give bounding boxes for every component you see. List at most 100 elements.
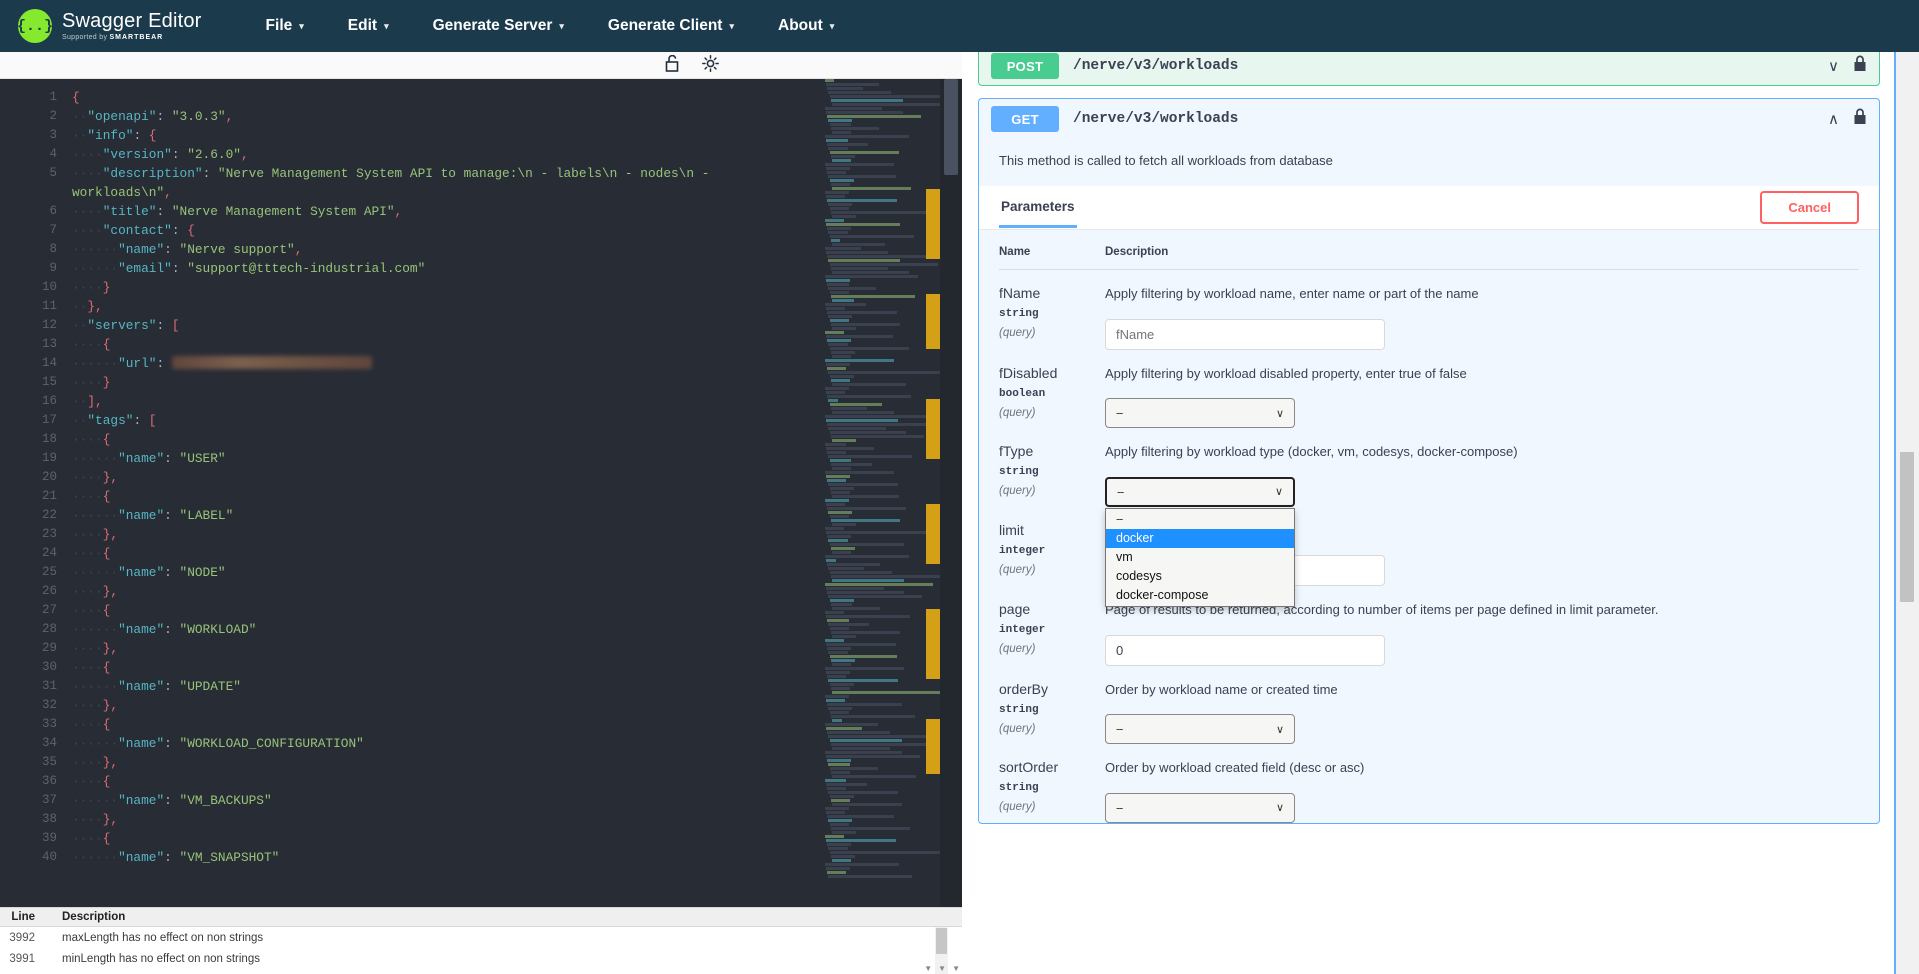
parameter-row-fType: fTypestring(query)Apply filtering by wor… (999, 428, 1859, 507)
parameter-name-cell: fTypestring(query) (999, 443, 1105, 507)
line-number: 12 (0, 316, 68, 335)
chevron-up-icon[interactable]: ∧ (1828, 110, 1839, 128)
errors-resize-handles[interactable]: ▼ ▼ ▼ (924, 964, 960, 973)
swagger-ui-pane: POST /nerve/v3/workloads ∨ (962, 52, 1919, 974)
chevron-down-icon: ▾ (384, 21, 389, 32)
parameter-description-cell: Order by workload name or created time--… (1105, 681, 1859, 745)
menu-item-file[interactable]: File ▾ (244, 9, 326, 43)
line-number: 19 (0, 449, 68, 468)
line-number: 27 (0, 601, 68, 620)
brand-subtitle: Supported by SMARTBEAR (62, 34, 202, 41)
minimap-warning-marker (926, 399, 940, 459)
line-number: 36 (0, 772, 68, 791)
line-number: 26 (0, 582, 68, 601)
editor-toolbar (0, 52, 962, 79)
operation-post-workloads[interactable]: POST /nerve/v3/workloads ∨ (978, 52, 1880, 86)
http-verb-badge: POST (991, 53, 1059, 79)
chevron-down-icon[interactable]: ∨ (1828, 57, 1839, 75)
line-number: 32 (0, 696, 68, 715)
select-sortOrder[interactable]: --∨ (1105, 793, 1295, 823)
select-value: -- (1116, 801, 1122, 815)
line-number: 2 (0, 107, 68, 126)
menu-item-edit[interactable]: Edit ▾ (326, 9, 411, 43)
brand-logo[interactable]: {..} Swagger Editor Supported by SMARTBE… (18, 9, 202, 43)
dropdown-option-docker[interactable]: docker (1106, 529, 1294, 548)
errors-panel: Line Description 3992maxLength has no ef… (0, 907, 962, 974)
line-number: 6 (0, 202, 68, 221)
parameter-row-fDisabled: fDisabledboolean(query)Apply filtering b… (999, 350, 1859, 429)
input-page[interactable] (1105, 635, 1385, 666)
editor-minimap[interactable] (820, 79, 940, 907)
select-fDisabled[interactable]: -- ∨ (1105, 398, 1295, 428)
line-number: 29 (0, 639, 68, 658)
menu-item-generate-server-label: Generate Server (433, 17, 553, 35)
operation-get-header[interactable]: GET /nerve/v3/workloads ∧ (979, 99, 1879, 139)
swagger-scrollbar-thumb[interactable] (1900, 452, 1914, 602)
error-row[interactable]: 3992maxLength has no effect on non strin… (0, 927, 962, 948)
param-col-description: Description (1105, 246, 1859, 258)
minimap-warning-marker (926, 719, 940, 774)
select-fType[interactable]: --∨ (1105, 477, 1295, 507)
menu-item-about[interactable]: About ▾ (756, 9, 856, 43)
line-number: 22 (0, 506, 68, 525)
chevron-down-icon[interactable]: ▼ (952, 964, 960, 973)
select-wrapper-orderBy: --∨ (1105, 714, 1859, 744)
chevron-down-icon: ∨ (1276, 723, 1284, 736)
parameter-name-cell: pageinteger(query) (999, 601, 1105, 666)
lock-closed-icon[interactable] (1853, 55, 1867, 77)
error-line-number: 3991 (0, 953, 44, 965)
swagger-pane-scrollbar[interactable] (1896, 52, 1919, 974)
editor-scrollbar-thumb[interactable] (944, 79, 958, 175)
line-number: 21 (0, 487, 68, 506)
lock-closed-icon[interactable] (1853, 108, 1867, 130)
chevron-down-icon[interactable]: ▼ (924, 964, 932, 973)
parameter-type: boolean (999, 388, 1105, 400)
minimap-warning-marker (926, 609, 940, 679)
line-number: 11 (0, 297, 68, 316)
parameter-name: page (999, 601, 1105, 617)
errors-list[interactable]: 3992maxLength has no effect on non strin… (0, 927, 962, 974)
dropdown-option-codesys[interactable]: codesys (1106, 567, 1294, 586)
line-number: 23 (0, 525, 68, 544)
select-value: -- (1116, 406, 1122, 420)
tab-parameters[interactable]: Parameters (999, 187, 1077, 228)
sun-icon[interactable] (702, 55, 719, 76)
dropdown-option-docker-compose[interactable]: docker-compose (1106, 586, 1294, 605)
top-navbar: {..} Swagger Editor Supported by SMARTBE… (0, 0, 1919, 52)
error-row[interactable]: 3991minLength has no effect on non strin… (0, 948, 962, 969)
errors-col-description: Description (44, 911, 125, 923)
line-number: 31 (0, 677, 68, 696)
editor-scrollbar[interactable] (940, 79, 962, 907)
error-row[interactable]: 4065maxLength has no effect on non strin… (0, 969, 962, 974)
parameters-table: Name Description fNamestring(query)Apply… (979, 230, 1879, 823)
cancel-button[interactable]: Cancel (1760, 191, 1859, 224)
error-description: maxLength has no effect on non strings (44, 932, 263, 944)
dropdown-option---[interactable]: -- (1106, 510, 1294, 529)
chevron-down-icon: ∨ (1276, 407, 1284, 420)
swagger-logo-icon: {..} (18, 9, 52, 43)
input-fName[interactable] (1105, 319, 1385, 350)
param-col-name: Name (999, 246, 1105, 258)
errors-scrollbar-thumb[interactable] (936, 928, 947, 954)
app-title: Swagger Editor (62, 11, 202, 31)
menu-item-edit-label: Edit (348, 17, 377, 35)
parameter-name-cell: orderBystring(query) (999, 681, 1105, 745)
parameter-control (1105, 319, 1859, 350)
menu-item-generate-client[interactable]: Generate Client ▾ (586, 9, 756, 43)
parameter-row-sortOrder: sortOrderstring(query)Order by workload … (999, 744, 1859, 823)
chevron-down-icon[interactable]: ▼ (938, 964, 946, 973)
menu-item-generate-server[interactable]: Generate Server ▾ (411, 9, 586, 43)
parameter-name: limit (999, 522, 1105, 538)
operation-tabs: Parameters Cancel (979, 186, 1879, 230)
select-orderBy[interactable]: --∨ (1105, 714, 1295, 744)
operation-get-workloads: GET /nerve/v3/workloads ∧ This method is… (978, 98, 1880, 824)
minimap-warning-marker (926, 504, 940, 564)
unlock-icon[interactable] (665, 55, 680, 76)
parameter-control: --∨ (1105, 793, 1859, 823)
parameter-type: string (999, 704, 1105, 716)
line-number: 9 (0, 259, 68, 278)
code-editor[interactable]: 12345.6789101112131415161718192021222324… (0, 79, 962, 907)
dropdown-option-vm[interactable]: vm (1106, 548, 1294, 567)
line-number: 4 (0, 145, 68, 164)
parameter-control (1105, 635, 1859, 666)
